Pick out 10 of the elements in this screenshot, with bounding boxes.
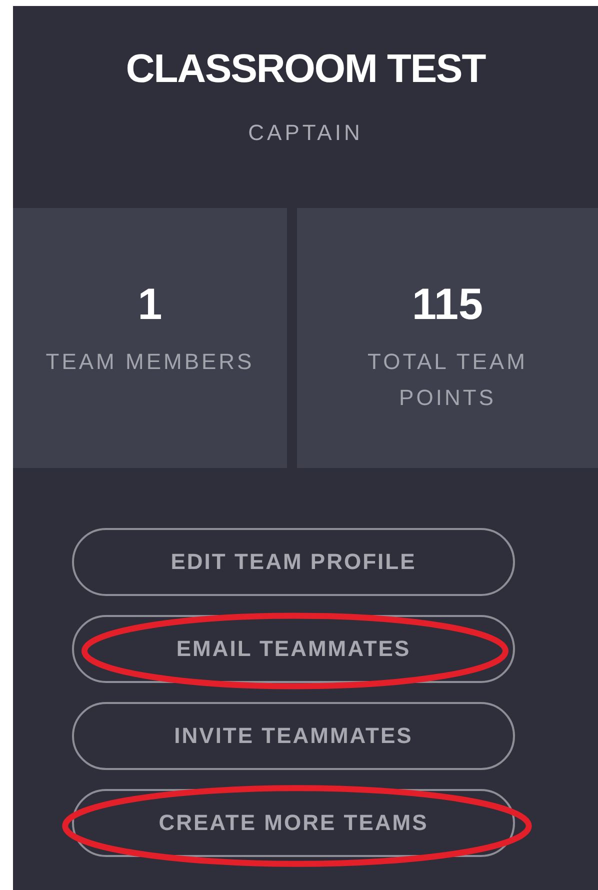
action-button[interactable]: INVITE TEAMMATES bbox=[72, 702, 515, 770]
stat-value: 115 bbox=[412, 280, 483, 330]
stat-label: TEAM MEMBERS bbox=[44, 348, 256, 376]
action-button[interactable]: CREATE MORE TEAMS bbox=[72, 789, 515, 857]
stat-value: 1 bbox=[138, 280, 162, 330]
action-button[interactable]: EMAIL TEAMMATES bbox=[72, 615, 515, 683]
stat-label: TOTAL TEAM POINTS bbox=[366, 348, 528, 412]
team-role: CAPTAIN bbox=[248, 120, 363, 146]
team-name: CLASSROOM TEST bbox=[126, 46, 486, 92]
action-button[interactable]: EDIT TEAM PROFILE bbox=[72, 528, 515, 596]
